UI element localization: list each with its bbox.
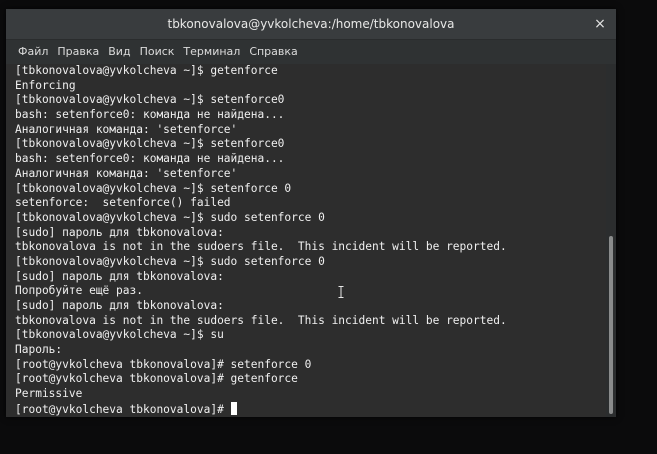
terminal-line: [tbkonovalova@yvkolcheva ~]$ setenforce … (15, 181, 292, 195)
shell-prompt: [root@yvkolcheva tbkonovalova]# (15, 402, 231, 416)
title-bar[interactable]: tbkonovalova@yvkolcheva:/home/tbkonovalo… (6, 9, 616, 40)
terminal-line: [sudo] пароль для tbkonovalova: (15, 269, 224, 283)
terminal-line: bash: setenforce0: команда не найдена... (15, 152, 285, 166)
terminal-line: bash: setenforce0: команда не найдена... (15, 108, 285, 122)
terminal-line: Enforcing (15, 78, 76, 92)
terminal-line: [tbkonovalova@yvkolcheva ~]$ su (15, 328, 224, 342)
terminal-line: [sudo] пароль для tbkonovalova: (15, 225, 224, 239)
scrollbar-thumb[interactable] (609, 236, 613, 414)
terminal-line: Пароль: (15, 343, 63, 357)
menu-file[interactable]: Файл (14, 40, 52, 64)
terminal-line: [tbkonovalova@yvkolcheva ~]$ setenforce0 (15, 93, 285, 107)
terminal-line: Попробуйте ещё раз. (15, 284, 143, 298)
menu-help[interactable]: Справка (245, 40, 301, 64)
terminal-output[interactable]: [tbkonovalova@yvkolcheva ~]$ getenforce … (6, 64, 606, 417)
terminal-line: tbkonovalova is not in the sudoers file.… (15, 240, 507, 254)
terminal-line: [root@yvkolcheva tbkonovalova]# getenfor… (15, 372, 298, 386)
terminal-line: [sudo] пароль для tbkonovalova: (15, 299, 224, 312)
terminal-line: tbkonovalova is not in the sudoers file.… (15, 313, 507, 327)
terminal-window: tbkonovalova@yvkolcheva:/home/tbkonovalo… (6, 9, 616, 417)
terminal-line: Permissive (15, 387, 83, 401)
close-icon[interactable]: × (592, 16, 608, 32)
ibeam-cursor-icon (338, 286, 344, 298)
menu-bar: Файл Правка Вид Поиск Терминал Справка (6, 40, 616, 64)
terminal-line: [tbkonovalova@yvkolcheva ~]$ sudo setenf… (15, 210, 325, 224)
terminal-line: [tbkonovalova@yvkolcheva ~]$ sudo setenf… (15, 254, 325, 268)
terminal-line: [root@yvkolcheva tbkonovalova]# setenfor… (15, 357, 312, 371)
terminal-line: [tbkonovalova@yvkolcheva ~]$ setenforce0 (15, 137, 285, 151)
terminal-line: Аналогичная команда: 'setenforce' (15, 122, 238, 136)
menu-search[interactable]: Поиск (136, 40, 179, 64)
terminal-line: [tbkonovalova@yvkolcheva ~]$ getenforce (15, 64, 278, 77)
terminal-line: setenforce: setenforce() failed (15, 196, 231, 210)
window-title: tbkonovalova@yvkolcheva:/home/tbkonovalo… (167, 17, 455, 31)
vertical-scrollbar[interactable] (606, 64, 616, 417)
terminal-line: Аналогичная команда: 'setenforce' (15, 166, 238, 180)
text-cursor (230, 401, 237, 415)
menu-view[interactable]: Вид (104, 40, 134, 64)
menu-edit[interactable]: Правка (53, 40, 103, 64)
terminal-prompt-line[interactable]: [root@yvkolcheva tbkonovalova]# (15, 401, 606, 417)
menu-terminal[interactable]: Терминал (179, 40, 244, 64)
